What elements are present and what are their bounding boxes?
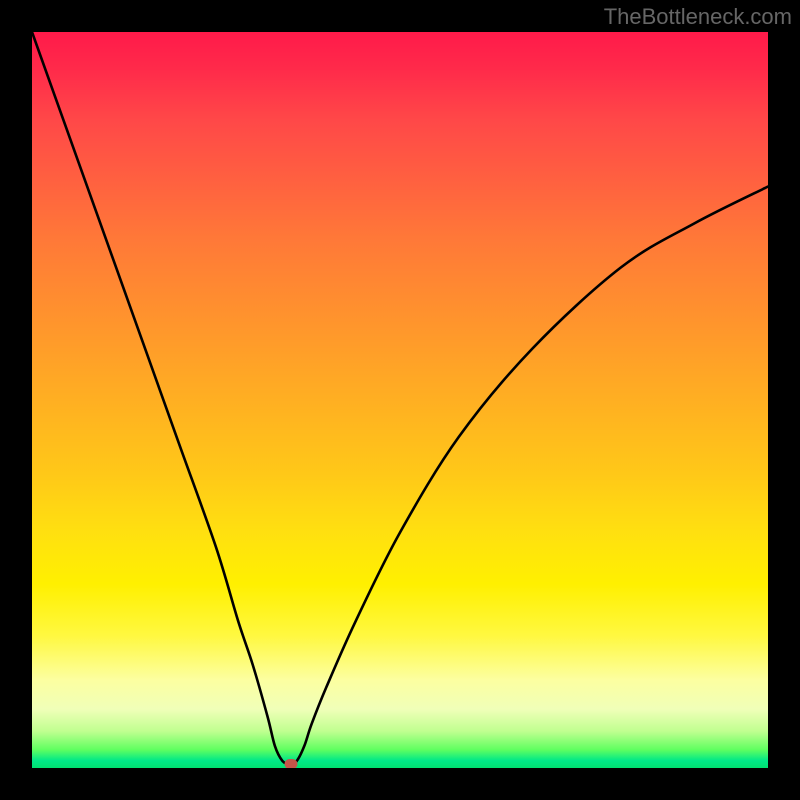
watermark-text: TheBottleneck.com — [604, 4, 792, 30]
plot-area — [32, 32, 768, 768]
optimal-point-marker — [285, 759, 298, 768]
bottleneck-curve — [32, 32, 768, 768]
